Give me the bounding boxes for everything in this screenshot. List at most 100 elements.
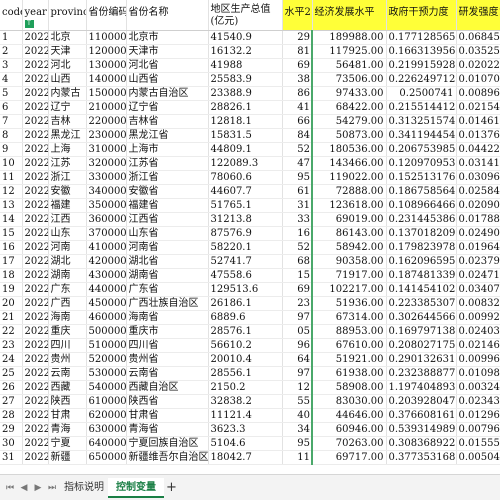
cell-province[interactable]: 湖北 bbox=[48, 254, 87, 269]
cell-econ-level[interactable]: 73506.00 bbox=[312, 72, 387, 87]
cell-level2[interactable]: 69 bbox=[282, 58, 313, 73]
cell-year[interactable]: 2022 bbox=[22, 142, 49, 157]
cell-prov-name[interactable]: 重庆市 bbox=[126, 324, 209, 339]
cell-province[interactable]: 新疆 bbox=[48, 450, 87, 465]
cell-gov-intervention[interactable]: 0.206753985 bbox=[386, 142, 457, 157]
cell-rd-intensity[interactable]: 0.01555 bbox=[456, 436, 500, 451]
cell-prov-code[interactable]: 610000 bbox=[86, 394, 127, 409]
cell-year[interactable]: 2022 bbox=[22, 226, 49, 241]
cell-gov-intervention[interactable]: 0.302644566 bbox=[386, 310, 457, 325]
cell-prov-code[interactable]: 220000 bbox=[86, 114, 127, 129]
spreadsheet-grid[interactable]: code yearT province 省份编码 省份名称 地区生产总值(亿元)… bbox=[0, 0, 500, 474]
cell-prov-code[interactable]: 320000 bbox=[86, 156, 127, 171]
cell-econ-level[interactable]: 51936.00 bbox=[312, 296, 387, 311]
cell-prov-code[interactable]: 150000 bbox=[86, 86, 127, 101]
cell-econ-level[interactable]: 56481.00 bbox=[312, 58, 387, 73]
cell-code[interactable]: 29 bbox=[0, 422, 23, 437]
cell-province[interactable]: 贵州 bbox=[48, 352, 87, 367]
cell-province[interactable]: 青海 bbox=[48, 422, 87, 437]
cell-level2[interactable]: 55 bbox=[282, 394, 313, 409]
cell-year[interactable]: 2022 bbox=[22, 268, 49, 283]
cell-rd-intensity[interactable]: 0.01098 bbox=[456, 366, 500, 381]
cell-gov-intervention[interactable]: 0.108966466 bbox=[386, 198, 457, 213]
cell-level2[interactable]: 41 bbox=[282, 100, 313, 115]
cell-code[interactable]: 26 bbox=[0, 380, 23, 395]
cell-prov-code[interactable]: 460000 bbox=[86, 310, 127, 325]
header-rd-intensity[interactable]: 研发强度1 bbox=[456, 0, 500, 31]
cell-gdp[interactable]: 58220.1 bbox=[208, 240, 283, 255]
cell-gdp[interactable]: 31213.8 bbox=[208, 212, 283, 227]
cell-rd-intensity[interactable]: 0.00896 bbox=[456, 86, 500, 101]
cell-year[interactable]: 2022 bbox=[22, 254, 49, 269]
cell-gdp[interactable]: 32838.2 bbox=[208, 394, 283, 409]
cell-gdp[interactable]: 47558.6 bbox=[208, 268, 283, 283]
cell-prov-name[interactable]: 天津市 bbox=[126, 44, 209, 59]
cell-prov-code[interactable]: 630000 bbox=[86, 422, 127, 437]
cell-code[interactable]: 24 bbox=[0, 352, 23, 367]
cell-gdp[interactable]: 51765.1 bbox=[208, 198, 283, 213]
cell-year[interactable]: 2022 bbox=[22, 86, 49, 101]
cell-gdp[interactable]: 28576.1 bbox=[208, 324, 283, 339]
cell-code[interactable]: 12 bbox=[0, 184, 23, 199]
cell-year[interactable]: 2022 bbox=[22, 198, 49, 213]
cell-econ-level[interactable]: 180536.00 bbox=[312, 142, 387, 157]
cell-province[interactable]: 吉林 bbox=[48, 114, 87, 129]
cell-econ-level[interactable]: 70263.00 bbox=[312, 436, 387, 451]
cell-prov-name[interactable]: 辽宁省 bbox=[126, 100, 209, 115]
cell-level2[interactable]: 61 bbox=[282, 184, 313, 199]
cell-year[interactable]: 2022 bbox=[22, 310, 49, 325]
cell-gov-intervention[interactable]: 0.226249712 bbox=[386, 72, 457, 87]
cell-province[interactable]: 江苏 bbox=[48, 156, 87, 171]
cell-gdp[interactable]: 87576.9 bbox=[208, 226, 283, 241]
cell-code[interactable]: 25 bbox=[0, 366, 23, 381]
cell-code[interactable]: 22 bbox=[0, 324, 23, 339]
header-gov-intervention[interactable]: 政府干预力度 bbox=[386, 0, 457, 31]
cell-prov-code[interactable]: 440000 bbox=[86, 282, 127, 297]
cell-econ-level[interactable]: 69717.00 bbox=[312, 450, 387, 465]
cell-province[interactable]: 陕西 bbox=[48, 394, 87, 409]
cell-year[interactable]: 2022 bbox=[22, 170, 49, 185]
cell-prov-name[interactable]: 福建省 bbox=[126, 198, 209, 213]
cell-code[interactable]: 2 bbox=[0, 44, 23, 59]
cell-prov-code[interactable]: 520000 bbox=[86, 352, 127, 367]
cell-level2[interactable]: 97 bbox=[282, 310, 313, 325]
cell-rd-intensity[interactable]: 0.03407 bbox=[456, 282, 500, 297]
cell-code[interactable]: 23 bbox=[0, 338, 23, 353]
cell-rd-intensity[interactable]: 0.03096 bbox=[456, 170, 500, 185]
cell-level2[interactable]: 69 bbox=[282, 282, 313, 297]
cell-gdp[interactable]: 3623.3 bbox=[208, 422, 283, 437]
cell-code[interactable]: 10 bbox=[0, 156, 23, 171]
cell-level2[interactable]: 86 bbox=[282, 86, 313, 101]
cell-province[interactable]: 重庆 bbox=[48, 324, 87, 339]
cell-year[interactable]: 2022 bbox=[22, 72, 49, 87]
cell-rd-intensity[interactable]: 0.00504 bbox=[456, 450, 500, 465]
cell-code[interactable]: 30 bbox=[0, 436, 23, 451]
cell-year[interactable]: 2022 bbox=[22, 408, 49, 423]
cell-gdp[interactable]: 41988 bbox=[208, 58, 283, 73]
cell-econ-level[interactable]: 83030.00 bbox=[312, 394, 387, 409]
cell-rd-intensity[interactable]: 0.02022 bbox=[456, 58, 500, 73]
cell-gdp[interactable]: 44607.7 bbox=[208, 184, 283, 199]
cell-rd-intensity[interactable]: 0.06845 bbox=[456, 30, 500, 45]
cell-gdp[interactable]: 28556.1 bbox=[208, 366, 283, 381]
cell-prov-name[interactable]: 西藏自治区 bbox=[126, 380, 209, 395]
cell-level2[interactable]: 40 bbox=[282, 408, 313, 423]
cell-level2[interactable]: 66 bbox=[282, 114, 313, 129]
cell-rd-intensity[interactable]: 0.01461 bbox=[456, 114, 500, 129]
cell-province[interactable]: 河北 bbox=[48, 58, 87, 73]
cell-gdp[interactable]: 122089.3 bbox=[208, 156, 283, 171]
cell-gdp[interactable]: 18042.7 bbox=[208, 450, 283, 465]
cell-prov-code[interactable]: 210000 bbox=[86, 100, 127, 115]
cell-code[interactable]: 18 bbox=[0, 268, 23, 283]
cell-code[interactable]: 17 bbox=[0, 254, 23, 269]
cell-province[interactable]: 浙江 bbox=[48, 170, 87, 185]
cell-gdp[interactable]: 52741.7 bbox=[208, 254, 283, 269]
cell-province[interactable]: 江西 bbox=[48, 212, 87, 227]
cell-year[interactable]: 2022 bbox=[22, 100, 49, 115]
cell-code[interactable]: 19 bbox=[0, 282, 23, 297]
cell-code[interactable]: 1 bbox=[0, 30, 23, 45]
cell-year[interactable]: 2022 bbox=[22, 30, 49, 45]
cell-code[interactable]: 11 bbox=[0, 170, 23, 185]
cell-prov-code[interactable]: 410000 bbox=[86, 240, 127, 255]
cell-econ-level[interactable]: 51921.00 bbox=[312, 352, 387, 367]
